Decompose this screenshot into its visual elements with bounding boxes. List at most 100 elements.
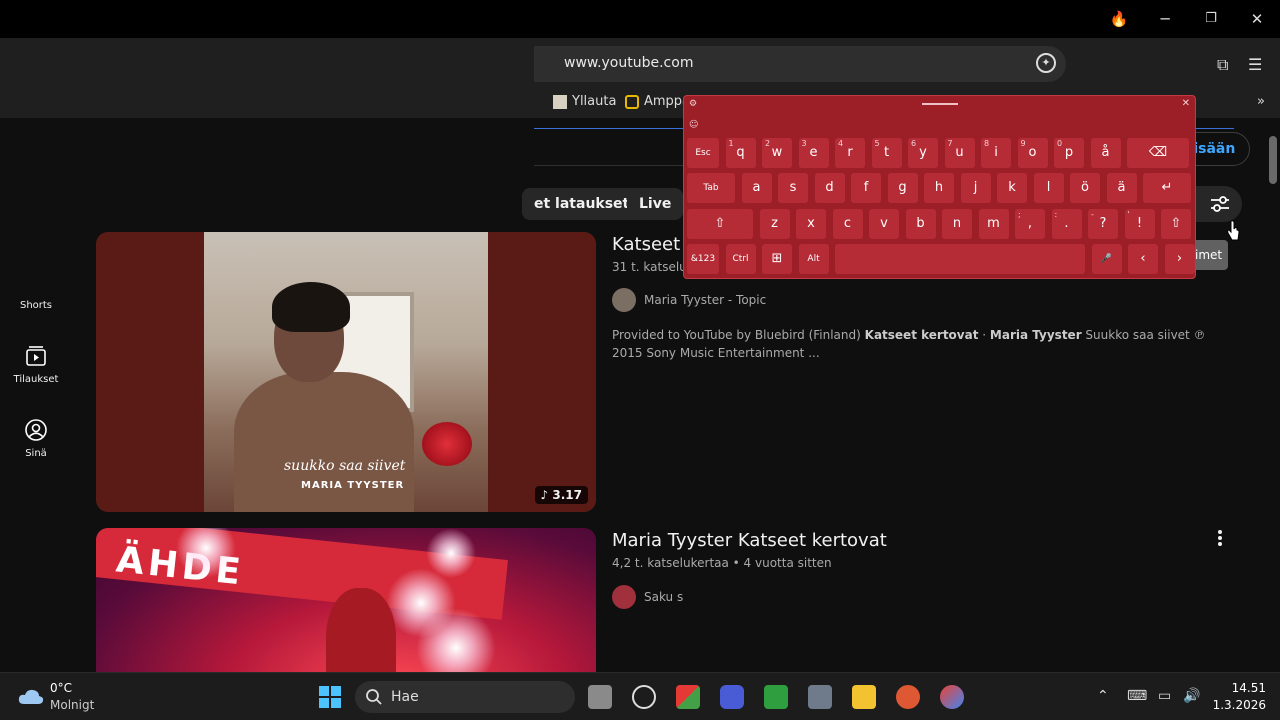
video-thumbnail[interactable]: suukko saa siivet MARIA TYYSTER ♪ 3.17 <box>96 232 596 512</box>
windows-start-icon[interactable] <box>318 685 342 709</box>
chevron-right-icon[interactable]: » <box>1257 94 1265 109</box>
key-p[interactable]: 0p <box>1054 138 1084 168</box>
duckduckgo-icon[interactable] <box>896 685 920 709</box>
key-ö[interactable]: ö <box>1070 173 1100 203</box>
url-field[interactable]: www.youtube.com ✦ <box>534 46 1066 82</box>
cloud-icon[interactable] <box>18 687 44 705</box>
fire-icon[interactable]: 🔥 <box>1108 8 1130 30</box>
channel-link[interactable]: Saku s <box>612 585 683 609</box>
key-k[interactable]: k <box>997 173 1027 203</box>
minimize-icon[interactable]: ─ <box>1154 8 1176 30</box>
channel-name: Maria Tyyster - Topic <box>644 293 767 307</box>
bookmark-amppa[interactable]: Amppa <box>625 94 690 109</box>
key-h[interactable]: h <box>924 173 954 203</box>
obs-icon[interactable] <box>632 685 656 709</box>
key-.[interactable]: :. <box>1051 209 1082 239</box>
menu-icon[interactable]: ☰ <box>1248 55 1262 74</box>
emoji-icon[interactable]: ☺ <box>689 120 698 130</box>
key-ctrl[interactable]: Ctrl <box>725 244 756 274</box>
key-⌫[interactable]: ⌫ <box>1127 138 1189 168</box>
keyboard-icon[interactable]: ⌨ <box>1127 688 1147 704</box>
channel-link[interactable]: Maria Tyyster - Topic <box>612 288 766 312</box>
network-icon[interactable]: ▭ <box>1158 688 1171 704</box>
key-r[interactable]: 4r <box>835 138 865 168</box>
app-icon[interactable] <box>676 685 700 709</box>
key-tab[interactable]: Tab <box>687 173 735 203</box>
key-f[interactable]: f <box>851 173 881 203</box>
key-,[interactable]: ;, <box>1015 209 1045 239</box>
key-s[interactable]: s <box>778 173 808 203</box>
key-m[interactable]: m <box>978 209 1009 239</box>
key-e[interactable]: 3e <box>798 138 829 168</box>
key-z[interactable]: z <box>759 209 790 239</box>
weather-description[interactable]: Molnigt <box>50 698 94 712</box>
key-u[interactable]: 7u <box>944 138 975 168</box>
chevron-up-icon[interactable]: ⌃ <box>1097 688 1109 704</box>
key-![interactable]: '! <box>1124 209 1155 239</box>
drag-handle[interactable] <box>922 103 958 105</box>
screen-recorder-icon[interactable] <box>720 685 744 709</box>
sidebar-item-subscriptions[interactable]: Tilaukset <box>0 344 72 385</box>
tabs-icon[interactable]: ⧉ <box>1217 55 1228 75</box>
sidebar-item-shorts[interactable]: Shorts <box>0 300 72 311</box>
key-y[interactable]: 6y <box>908 138 938 168</box>
key-&123[interactable]: &123 <box>687 244 719 274</box>
key-q[interactable]: 1q <box>725 138 756 168</box>
weather-temperature[interactable]: 0°C <box>50 681 72 695</box>
key-ä[interactable]: ä <box>1106 173 1137 203</box>
more-options-icon[interactable] <box>1214 528 1226 548</box>
sidebar-item-you[interactable]: Sinä <box>0 418 72 459</box>
clock-date[interactable]: 1.3.2026 <box>1200 698 1266 712</box>
gear-icon[interactable]: ⚙ <box>689 99 697 109</box>
key-g[interactable]: g <box>887 173 918 203</box>
key-i[interactable]: 8i <box>981 138 1011 168</box>
key-t[interactable]: 5t <box>871 138 902 168</box>
key-l[interactable]: l <box>1033 173 1064 203</box>
bookmark-yllauta[interactable]: Yllauta <box>553 94 616 109</box>
clock-time[interactable]: 14.51 <box>1216 681 1266 695</box>
taskbar-search[interactable]: Hae <box>355 681 575 713</box>
video-thumbnail[interactable]: ÄHDE <box>96 528 596 672</box>
hand-cursor-icon <box>1227 220 1240 241</box>
channel-avatar <box>612 288 636 312</box>
assistant-icon[interactable]: ✦ <box>1036 53 1056 73</box>
spreadsheet-icon[interactable] <box>764 685 788 709</box>
chip-downloads[interactable]: et lataukset <box>522 188 642 220</box>
key-⊞[interactable]: ⊞ <box>762 244 792 274</box>
key-å[interactable]: å <box>1090 138 1121 168</box>
volume-icon[interactable]: 🔊 <box>1183 688 1200 704</box>
key-🎤[interactable]: 🎤 <box>1091 244 1122 274</box>
key-space[interactable] <box>835 244 1085 274</box>
key-›[interactable]: › <box>1164 244 1195 274</box>
calculator-icon[interactable] <box>808 685 832 709</box>
file-explorer-icon[interactable] <box>852 685 876 709</box>
key-↵[interactable]: ↵ <box>1143 173 1191 203</box>
scrollbar-thumb[interactable] <box>1269 136 1277 184</box>
key-a[interactable]: a <box>741 173 772 203</box>
key-o[interactable]: 9o <box>1017 138 1048 168</box>
key-c[interactable]: c <box>832 209 863 239</box>
page-scrollbar[interactable] <box>1266 118 1280 672</box>
chrome-icon[interactable] <box>940 685 964 709</box>
key-d[interactable]: d <box>814 173 845 203</box>
key-x[interactable]: x <box>796 209 826 239</box>
key-esc[interactable]: Esc <box>687 138 719 168</box>
key-?[interactable]: -? <box>1088 209 1118 239</box>
key-secondary-label: 2 <box>765 139 771 148</box>
key-b[interactable]: b <box>905 209 936 239</box>
key-⇧[interactable]: ⇧ <box>1161 209 1191 239</box>
key-‹[interactable]: ‹ <box>1128 244 1158 274</box>
desc-artist: Maria Tyyster <box>989 328 1082 342</box>
key-j[interactable]: j <box>960 173 991 203</box>
key-v[interactable]: v <box>869 209 899 239</box>
chip-live[interactable]: Live <box>627 188 684 220</box>
close-icon[interactable]: ✕ <box>1246 8 1268 30</box>
key-⇧[interactable]: ⇧ <box>687 209 753 239</box>
task-view-icon[interactable] <box>588 685 612 709</box>
close-icon[interactable]: ✕ <box>1182 98 1190 109</box>
restore-icon[interactable]: ❐ <box>1200 8 1222 30</box>
video-title[interactable]: Maria Tyyster Katseet kertovat <box>612 530 887 551</box>
key-n[interactable]: n <box>942 209 972 239</box>
key-w[interactable]: 2w <box>762 138 792 168</box>
key-alt[interactable]: Alt <box>798 244 829 274</box>
